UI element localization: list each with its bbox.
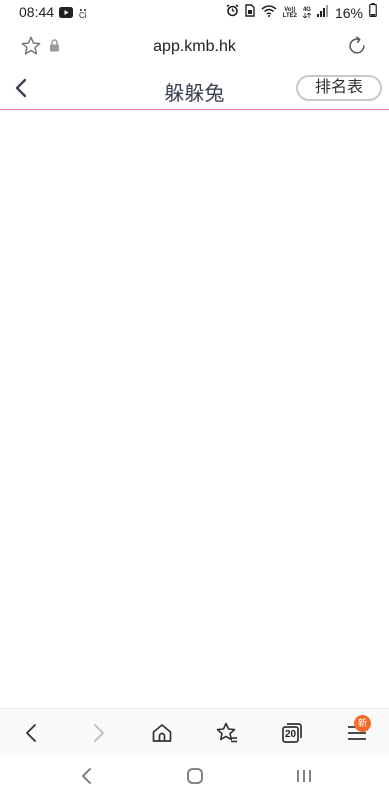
browser-url-bar: app.kmb.hk bbox=[0, 26, 389, 68]
signal-icon bbox=[316, 4, 329, 22]
youtube-icon bbox=[59, 5, 73, 23]
status-bar: 08:44 Ci Vo)) LTE2 4G 16% bbox=[0, 0, 389, 26]
status-time: 08:44 bbox=[19, 4, 55, 20]
system-home-icon[interactable] bbox=[185, 766, 205, 791]
alarm-icon bbox=[226, 3, 239, 22]
system-recents-icon[interactable] bbox=[294, 766, 314, 791]
content-area bbox=[0, 110, 389, 708]
browser-bottom-toolbar: 20 bbox=[0, 708, 389, 757]
ranking-button[interactable]: 排名表 bbox=[296, 75, 382, 101]
tabs-icon[interactable]: 20 bbox=[280, 721, 304, 745]
bookmarks-icon[interactable] bbox=[215, 721, 239, 745]
app-header: 躲躲兔 排名表 bbox=[0, 68, 389, 110]
reload-icon[interactable] bbox=[346, 35, 368, 62]
battery-icon bbox=[369, 3, 377, 22]
android-nav-bar bbox=[0, 756, 389, 800]
home-icon[interactable] bbox=[150, 721, 174, 745]
sim-icon bbox=[245, 3, 255, 22]
status-right-icons: Vo)) LTE2 4G 16% bbox=[226, 3, 377, 22]
system-back-icon[interactable] bbox=[79, 766, 95, 791]
notification-ci-icon: Ci bbox=[79, 8, 87, 20]
url-address[interactable]: app.kmb.hk bbox=[0, 38, 389, 56]
volte-indicator: Vo)) LTE2 bbox=[283, 7, 297, 19]
wifi-icon bbox=[261, 4, 277, 22]
network-4g-indicator: 4G bbox=[302, 7, 311, 18]
lte-label: LTE2 bbox=[282, 12, 297, 19]
notification-ci-label: Ci bbox=[79, 11, 87, 20]
tabs-count: 20 bbox=[284, 729, 297, 740]
status-left-icons: Ci bbox=[59, 5, 87, 23]
screen: 08:44 Ci Vo)) LTE2 4G 16% app.kmb.hk 躲躲兔… bbox=[0, 0, 389, 800]
battery-percentage: 16% bbox=[334, 4, 363, 21]
browser-forward-icon[interactable] bbox=[86, 721, 110, 745]
browser-back-icon[interactable] bbox=[20, 721, 44, 745]
new-badge: 新 bbox=[354, 715, 371, 732]
